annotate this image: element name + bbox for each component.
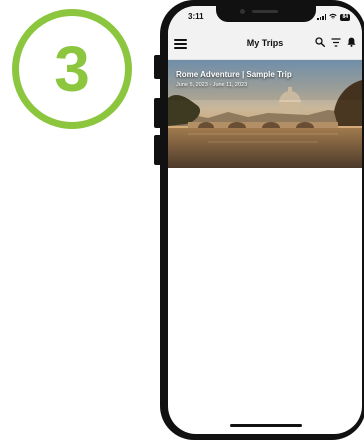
search-icon[interactable]: [315, 37, 325, 47]
trip-dates: June 5, 2023 - June 11, 2023: [176, 82, 248, 88]
phone-screen: 3:11 84 My Trips Rome Adventure | Sample…: [168, 6, 362, 434]
trip-card[interactable]: Rome Adventure | Sample Trip June 5, 202…: [168, 60, 362, 168]
status-icons: 84: [317, 13, 350, 21]
bell-icon[interactable]: [347, 37, 356, 47]
status-time: 3:11: [188, 12, 204, 21]
phone-frame: 3:11 84 My Trips Rome Adventure | Sample…: [160, 0, 364, 440]
camera: [240, 9, 245, 14]
filter-icon[interactable]: [331, 37, 341, 47]
speaker: [252, 10, 278, 13]
app-header: My Trips: [168, 28, 362, 60]
battery-icon: 84: [340, 13, 350, 21]
home-indicator: [230, 424, 302, 427]
notch: [216, 6, 316, 22]
trip-title: Rome Adventure | Sample Trip: [176, 70, 292, 79]
wifi-icon: [329, 13, 338, 21]
signal-icon: [317, 14, 327, 20]
step-badge: 3: [12, 9, 132, 129]
header-actions: [315, 37, 356, 47]
step-number: 3: [54, 33, 90, 105]
